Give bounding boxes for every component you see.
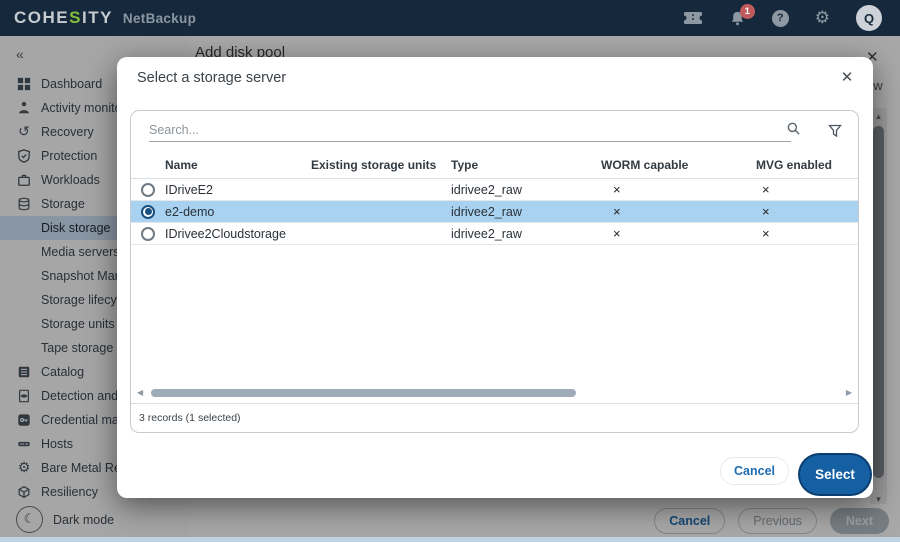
topbar-icons: 1 ? ⚙ Q [683, 5, 886, 31]
row-radio-button[interactable] [141, 227, 155, 241]
dialog-title: Select a storage server [137, 70, 286, 86]
mvg-enabled-x-icon: × [756, 204, 858, 219]
cell-name: IDrivee2Cloudstorage [165, 227, 311, 241]
filter-funnel-icon[interactable] [828, 124, 842, 138]
topbar: COHESITY NetBackup 1 ? ⚙ Q [0, 0, 900, 36]
logo-s-accent: S [69, 8, 82, 27]
cell-name: IDriveE2 [165, 183, 311, 197]
notifications-bell-icon[interactable]: 1 [729, 10, 746, 27]
cell-type: idrivee2_raw [451, 227, 601, 241]
dialog-cancel-button[interactable]: Cancel [720, 457, 789, 485]
row-radio-button[interactable] [141, 183, 155, 197]
worm-capable-x-icon: × [601, 226, 756, 241]
scroll-left-icon[interactable]: ◀ [137, 388, 143, 397]
user-avatar[interactable]: Q [856, 5, 882, 31]
table-row-e2-demo[interactable]: e2-demo idrivee2_raw × × [131, 201, 858, 223]
help-icon[interactable]: ? [772, 10, 789, 27]
dialog-select-button[interactable]: Select [800, 455, 870, 494]
table-row-idrivee2[interactable]: IDriveE2 idrivee2_raw × × [131, 179, 858, 201]
worm-capable-x-icon: × [601, 204, 756, 219]
cohesity-logo: COHESITY [14, 8, 113, 28]
license-ticket-icon[interactable] [683, 11, 703, 25]
app-screen: Add disk pool ✕ ew ▲ ▼ Cancel Previous N… [0, 0, 900, 542]
notification-badge: 1 [740, 4, 755, 19]
window-bottom-edge [0, 537, 900, 542]
column-header-existing-storage-units[interactable]: Existing storage units [311, 158, 451, 172]
storage-server-table-card: Name Existing storage units Type WORM ca… [130, 110, 859, 433]
records-summary: 3 records (1 selected) [131, 403, 858, 432]
table-toolbar [131, 111, 858, 151]
select-storage-server-dialog: Select a storage server ✕ Name Existing … [117, 57, 873, 498]
column-header-worm-capable[interactable]: WORM capable [601, 158, 756, 172]
table-row-idrivee2cloudstorage[interactable]: IDrivee2Cloudstorage idrivee2_raw × × [131, 223, 858, 245]
mvg-enabled-x-icon: × [756, 226, 858, 241]
worm-capable-x-icon: × [601, 182, 756, 197]
search-icon[interactable] [786, 121, 801, 136]
cell-type: idrivee2_raw [451, 205, 601, 219]
cell-type: idrivee2_raw [451, 183, 601, 197]
dialog-close-icon[interactable]: ✕ [837, 68, 857, 86]
table-scrollbar-thumb[interactable] [151, 389, 576, 397]
mvg-enabled-x-icon: × [756, 182, 858, 197]
scroll-right-icon[interactable]: ▶ [846, 388, 852, 397]
column-header-type[interactable]: Type [451, 158, 601, 172]
search-input[interactable] [149, 119, 791, 142]
row-radio-button-selected[interactable] [141, 205, 155, 219]
table-horizontal-scrollbar[interactable]: ◀ ▶ [135, 387, 854, 399]
column-header-name[interactable]: Name [165, 158, 311, 172]
settings-gear-icon[interactable]: ⚙ [815, 10, 830, 27]
cell-name: e2-demo [165, 205, 311, 219]
product-name: NetBackup [123, 11, 196, 26]
table-header-row: Name Existing storage units Type WORM ca… [131, 151, 858, 179]
column-header-mvg-enabled[interactable]: MVG enabled [756, 158, 858, 172]
